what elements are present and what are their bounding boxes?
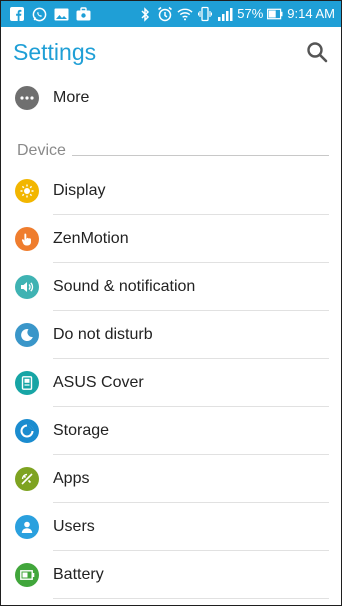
display-icon bbox=[15, 179, 39, 203]
settings-item-label: ZenMotion bbox=[53, 230, 129, 247]
app-header: Settings bbox=[1, 27, 341, 77]
settings-item-label: Battery bbox=[53, 566, 104, 583]
battery-icon bbox=[267, 6, 283, 22]
settings-item-users[interactable]: Users bbox=[1, 503, 341, 551]
status-bar: 57% 9:14 AM bbox=[1, 1, 341, 27]
section-divider bbox=[71, 154, 329, 156]
apps-icon bbox=[15, 467, 39, 491]
system-icons: 57% 9:14 AM bbox=[137, 6, 341, 22]
section-label: Device bbox=[17, 142, 66, 159]
battery-percent: 57% bbox=[237, 6, 264, 21]
clock: 9:14 AM bbox=[287, 6, 335, 21]
search-icon bbox=[307, 42, 328, 63]
settings-item-label: Apps bbox=[53, 470, 90, 487]
search-button[interactable] bbox=[303, 38, 331, 66]
more-icon bbox=[15, 86, 39, 110]
settings-item-display[interactable]: Display bbox=[1, 167, 341, 215]
settings-item-more[interactable]: More bbox=[1, 77, 341, 119]
battery-icon bbox=[15, 563, 39, 587]
settings-item-label: ASUS Cover bbox=[53, 374, 144, 391]
facebook-icon bbox=[9, 6, 25, 22]
zenmotion-icon bbox=[15, 227, 39, 251]
settings-item-do-not-disturb[interactable]: Do not disturb bbox=[1, 311, 341, 359]
sound-icon bbox=[15, 275, 39, 299]
signal-icon bbox=[217, 6, 233, 22]
asus-cover-icon bbox=[15, 371, 39, 395]
whatsapp-icon bbox=[31, 6, 47, 22]
bluetooth-icon bbox=[137, 6, 153, 22]
section-header-device: Device bbox=[1, 137, 341, 165]
settings-item-sound-notification[interactable]: Sound & notification bbox=[1, 263, 341, 311]
settings-item-asus-cover[interactable]: ASUS Cover bbox=[1, 359, 341, 407]
settings-item-battery[interactable]: Battery bbox=[1, 551, 341, 599]
briefcase-icon bbox=[75, 6, 91, 22]
settings-item-apps[interactable]: Apps bbox=[1, 455, 341, 503]
do-not-disturb-icon bbox=[15, 323, 39, 347]
settings-item-zenmotion[interactable]: ZenMotion bbox=[1, 215, 341, 263]
wifi-icon bbox=[177, 6, 193, 22]
storage-icon bbox=[15, 419, 39, 443]
vibrate-icon bbox=[197, 6, 213, 22]
settings-item-label: More bbox=[53, 89, 90, 106]
settings-item-label: Sound & notification bbox=[53, 278, 196, 295]
settings-item-label: Display bbox=[53, 182, 106, 199]
settings-item-storage[interactable]: Storage bbox=[1, 407, 341, 455]
notification-icons bbox=[1, 6, 91, 22]
settings-item-label: Storage bbox=[53, 422, 110, 439]
users-icon bbox=[15, 515, 39, 539]
device-settings-list: Display ZenMotion Sound & notification D… bbox=[1, 167, 341, 599]
settings-item-label: Users bbox=[53, 518, 95, 535]
page-title: Settings bbox=[13, 38, 97, 65]
alarm-icon bbox=[157, 6, 173, 22]
settings-item-label: Do not disturb bbox=[53, 326, 153, 343]
gallery-icon bbox=[53, 6, 69, 22]
